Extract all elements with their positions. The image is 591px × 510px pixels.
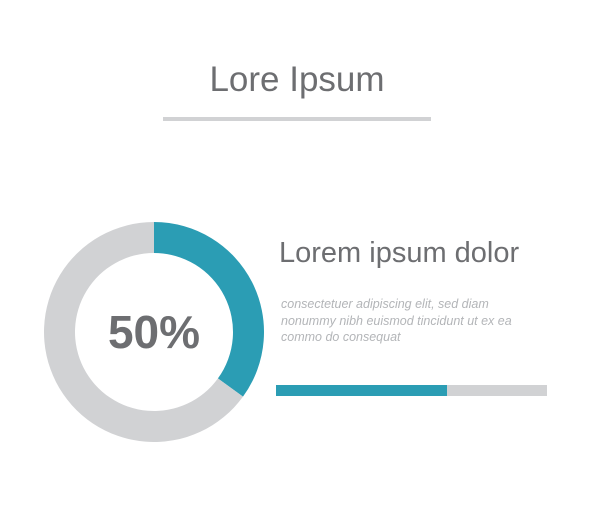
card-body-line: nonummy nibh euismod tincidunt ut ex ea [281,313,512,328]
card-body: consectetuer adipiscing elit, sed diam n… [281,296,556,346]
title-divider [163,117,431,121]
card-body-line: consectetuer adipiscing elit, sed diam [281,297,489,311]
donut-center-label: 50% [107,306,201,358]
card-heading: Lorem ipsum dolor [279,237,520,269]
progress-bar-fill [276,385,447,396]
card-body-line: commo do consequat [281,330,401,344]
progress-bar [276,385,547,396]
page-title: Lore Ipsum [209,60,385,99]
